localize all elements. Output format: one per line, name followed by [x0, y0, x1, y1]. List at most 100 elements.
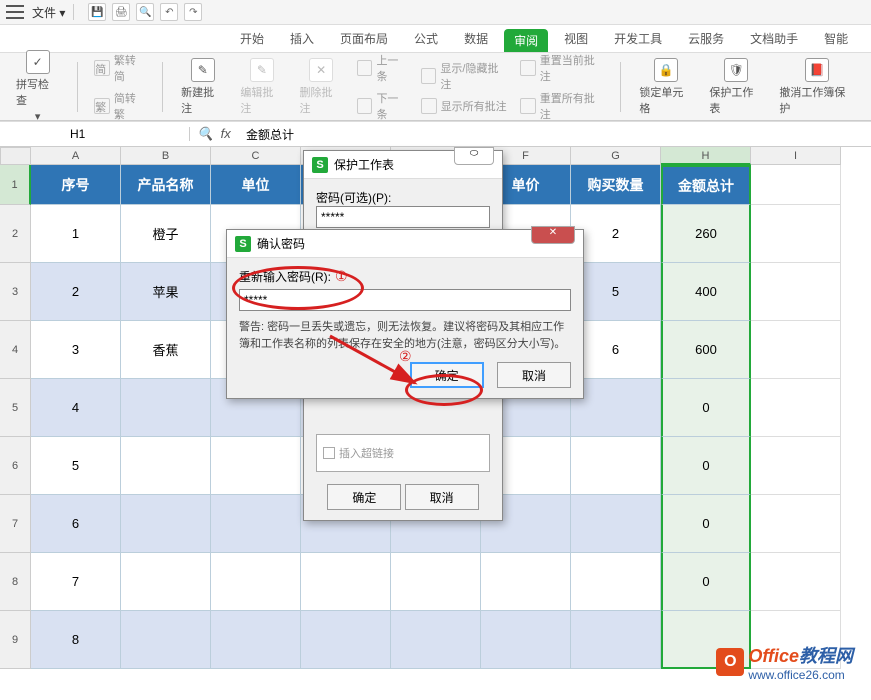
row-header-2[interactable]: 2 — [0, 205, 31, 263]
protect-sheet-button[interactable]: 🛡保护工作表 — [703, 54, 769, 120]
tab-cloud[interactable]: 云服务 — [678, 25, 734, 52]
protect-cancel-button[interactable]: 取消 — [405, 484, 479, 510]
select-all-corner[interactable] — [0, 147, 31, 165]
row-header-5[interactable]: 5 — [0, 379, 31, 437]
cell-H8[interactable]: 0 — [661, 553, 751, 611]
cell-I8[interactable] — [751, 553, 841, 611]
cell-E8[interactable] — [391, 553, 481, 611]
qat-undo-icon[interactable]: ↶ — [160, 3, 178, 21]
resetall-comment-button[interactable]: 重置所有批注 — [516, 88, 608, 124]
cell-A1[interactable]: 序号 — [31, 165, 121, 205]
qat-print-icon[interactable]: 🖨 — [112, 3, 130, 21]
password-input[interactable] — [316, 206, 490, 228]
row-header-3[interactable]: 3 — [0, 263, 31, 321]
cell-A2[interactable]: 1 — [31, 205, 121, 263]
unprotect-book-button[interactable]: 📕撤消工作簿保护 — [773, 54, 861, 120]
cell-H7[interactable]: 0 — [661, 495, 751, 553]
edit-comment-button[interactable]: ✎编辑批注 — [234, 54, 289, 120]
col-header-H[interactable]: H — [661, 147, 751, 165]
tab-dev[interactable]: 开发工具 — [604, 25, 672, 52]
confirm-cancel-button[interactable]: 取消 — [497, 362, 571, 388]
cell-D9[interactable] — [301, 611, 391, 669]
cell-C8[interactable] — [211, 553, 301, 611]
row-header-7[interactable]: 7 — [0, 495, 31, 553]
col-header-B[interactable]: B — [121, 147, 211, 165]
cell-H5[interactable]: 0 — [661, 379, 751, 437]
tab-formula[interactable]: 公式 — [404, 25, 448, 52]
qat-preview-icon[interactable]: 🔍 — [136, 3, 154, 21]
col-header-G[interactable]: G — [571, 147, 661, 165]
cell-B5[interactable] — [121, 379, 211, 437]
cell-B4[interactable]: 香蕉 — [121, 321, 211, 379]
col-header-C[interactable]: C — [211, 147, 301, 165]
tab-start[interactable]: 开始 — [230, 25, 274, 52]
cell-I1[interactable] — [751, 165, 841, 205]
cell-H1[interactable]: 金额总计 — [661, 165, 751, 205]
cell-B3[interactable]: 苹果 — [121, 263, 211, 321]
tab-view[interactable]: 视图 — [554, 25, 598, 52]
delete-comment-button[interactable]: ✕删除批注 — [294, 54, 349, 120]
cell-H3[interactable]: 400 — [661, 263, 751, 321]
cell-A5[interactable]: 4 — [31, 379, 121, 437]
file-menu[interactable]: 文件 ▾ — [32, 4, 65, 21]
cell-G2[interactable]: 2 — [571, 205, 661, 263]
tab-layout[interactable]: 页面布局 — [330, 25, 398, 52]
tab-smart[interactable]: 智能 — [814, 25, 858, 52]
col-header-A[interactable]: A — [31, 147, 121, 165]
qat-redo-icon[interactable]: ↷ — [184, 3, 202, 21]
cell-A4[interactable]: 3 — [31, 321, 121, 379]
close-icon[interactable]: ✕ — [531, 226, 575, 244]
cell-C9[interactable] — [211, 611, 301, 669]
cell-G1[interactable]: 购买数量 — [571, 165, 661, 205]
cell-E9[interactable] — [391, 611, 481, 669]
cell-I2[interactable] — [751, 205, 841, 263]
namebox[interactable]: H1 — [0, 127, 190, 141]
cell-H4[interactable]: 600 — [661, 321, 751, 379]
row-header-6[interactable]: 6 — [0, 437, 31, 495]
fx-icon[interactable]: 🔍 fx — [190, 126, 238, 142]
cell-F9[interactable] — [481, 611, 571, 669]
cell-G7[interactable] — [571, 495, 661, 553]
cell-A6[interactable]: 5 — [31, 437, 121, 495]
reenter-password-input[interactable] — [239, 289, 571, 311]
cell-A9[interactable]: 8 — [31, 611, 121, 669]
cell-C1[interactable]: 单位 — [211, 165, 301, 205]
cell-A3[interactable]: 2 — [31, 263, 121, 321]
cell-G6[interactable] — [571, 437, 661, 495]
protect-ok-button[interactable]: 确定 — [327, 484, 401, 510]
confirm-ok-button[interactable]: 确定 — [410, 362, 484, 388]
cell-I7[interactable] — [751, 495, 841, 553]
cell-G5[interactable] — [571, 379, 661, 437]
cell-B2[interactable]: 橙子 — [121, 205, 211, 263]
row-header-1[interactable]: 1 — [0, 165, 31, 205]
cell-H2[interactable]: 260 — [661, 205, 751, 263]
close-icon[interactable]: ⬭ — [454, 147, 494, 165]
tab-data[interactable]: 数据 — [454, 25, 498, 52]
cell-D8[interactable] — [301, 553, 391, 611]
cell-I3[interactable] — [751, 263, 841, 321]
next-comment-button[interactable]: 下一条 — [353, 88, 413, 124]
cell-F8[interactable] — [481, 553, 571, 611]
cell-I4[interactable] — [751, 321, 841, 379]
cell-I5[interactable] — [751, 379, 841, 437]
col-header-I[interactable]: I — [751, 147, 841, 165]
cell-H6[interactable]: 0 — [661, 437, 751, 495]
cell-B6[interactable] — [121, 437, 211, 495]
cell-A7[interactable]: 6 — [31, 495, 121, 553]
cell-G4[interactable]: 6 — [571, 321, 661, 379]
hyperlink-checkbox[interactable]: 插入超链接 — [323, 445, 483, 461]
cell-G3[interactable]: 5 — [571, 263, 661, 321]
qat-save-icon[interactable]: 💾 — [88, 3, 106, 21]
tab-dochelper[interactable]: 文档助手 — [740, 25, 808, 52]
new-comment-button[interactable]: ✎新建批注 — [175, 54, 230, 120]
row-header-4[interactable]: 4 — [0, 321, 31, 379]
trad-to-simp-button[interactable]: 简繁转简 — [90, 50, 150, 86]
cell-G9[interactable] — [571, 611, 661, 669]
row-header-9[interactable]: 9 — [0, 611, 31, 669]
prev-comment-button[interactable]: 上一条 — [353, 50, 413, 86]
showall-comment-button[interactable]: 显示所有批注 — [417, 96, 512, 116]
cell-I6[interactable] — [751, 437, 841, 495]
cell-B1[interactable]: 产品名称 — [121, 165, 211, 205]
reset-comment-button[interactable]: 重置当前批注 — [516, 50, 608, 86]
lock-cell-button[interactable]: 🔒锁定单元格 — [633, 54, 699, 120]
